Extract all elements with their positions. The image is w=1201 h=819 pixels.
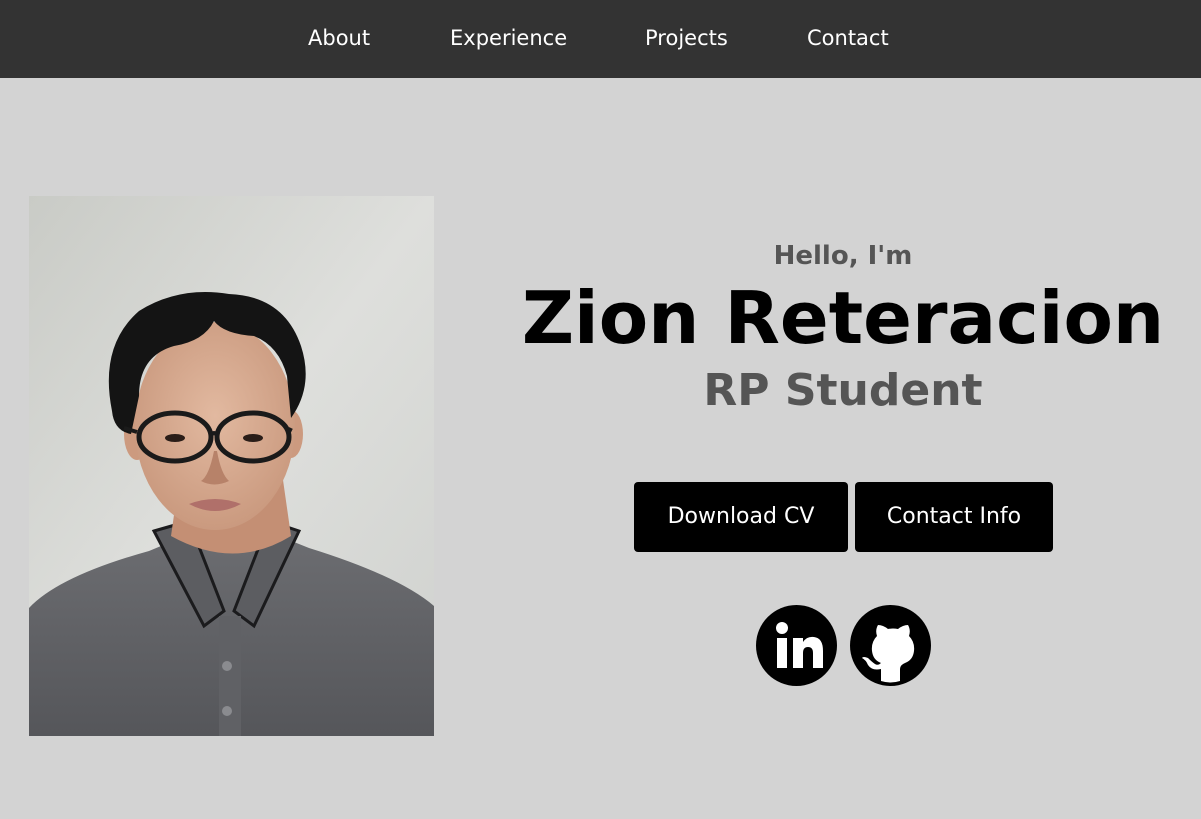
linkedin-icon[interactable] — [756, 605, 837, 686]
profile-photo — [29, 196, 434, 736]
nav-link-about[interactable]: About — [308, 24, 370, 52]
github-icon[interactable] — [850, 605, 931, 686]
hero-text: Hello, I'm Zion Reteracion RP Student — [490, 236, 1196, 422]
nav-link-contact[interactable]: Contact — [807, 24, 889, 52]
nav-link-experience[interactable]: Experience — [450, 24, 567, 52]
download-cv-button[interactable]: Download CV — [634, 482, 848, 552]
nav-link-projects[interactable]: Projects — [645, 24, 728, 52]
hero-role: RP Student — [703, 365, 983, 416]
top-navbar: About Experience Projects Contact — [0, 0, 1201, 78]
greeting-text: Hello, I'm — [773, 241, 913, 271]
hero-name: Zion Reteracion — [521, 276, 1165, 360]
contact-info-button[interactable]: Contact Info — [855, 482, 1053, 552]
